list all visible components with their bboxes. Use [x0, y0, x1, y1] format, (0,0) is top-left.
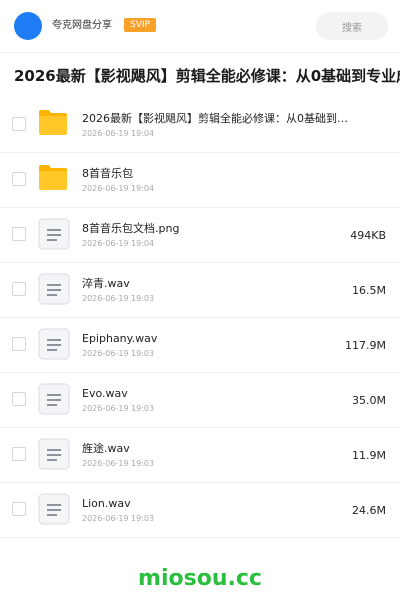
file-date: 2026-06-19 19:04 — [82, 239, 155, 248]
file-name: 8首音乐包文档.png — [82, 222, 180, 235]
file-date: 2026-06-19 19:03 — [82, 459, 155, 468]
svip-badge: SVIP — [124, 18, 156, 32]
file-date: 2026-06-19 19:03 — [82, 349, 155, 358]
row-checkbox[interactable] — [12, 337, 26, 351]
row-checkbox[interactable] — [12, 172, 26, 186]
row-checkbox[interactable] — [12, 447, 26, 461]
file-size: 16.5M — [352, 284, 386, 297]
file-row[interactable]: 8首音乐包 2026-06-19 19:04 — [0, 153, 400, 208]
file-row[interactable]: Evo.wav 2026-06-19 19:03 35.0M — [0, 373, 400, 428]
file-date: 2026-06-19 19:04 — [82, 184, 155, 193]
file-date: 2026-06-19 19:03 — [82, 294, 155, 303]
file-list: 2026最新【影视飓风】剪辑全能必修课：从0基础到… 2026-06-19 19… — [0, 98, 400, 538]
file-name: 8首音乐包 — [82, 167, 133, 180]
file-name: Lion.wav — [82, 497, 131, 510]
document-icon — [38, 273, 70, 305]
document-icon — [38, 438, 70, 470]
folder-icon — [38, 108, 70, 140]
document-icon — [38, 493, 70, 525]
row-checkbox[interactable] — [12, 282, 26, 296]
file-name: 2026最新【影视飓风】剪辑全能必修课：从0基础到… — [82, 112, 348, 125]
file-name: Evo.wav — [82, 387, 128, 400]
file-size: 11.9M — [352, 449, 386, 462]
file-size: 117.9M — [345, 339, 386, 352]
file-row[interactable]: Lion.wav 2026-06-19 19:03 24.6M — [0, 483, 400, 538]
row-checkbox[interactable] — [12, 117, 26, 131]
row-checkbox[interactable] — [12, 392, 26, 406]
file-size: 494KB — [350, 229, 386, 242]
file-date: 2026-06-19 19:04 — [82, 129, 155, 138]
share-title: 夸克网盘分享 — [52, 20, 112, 31]
file-size: 24.6M — [352, 504, 386, 517]
file-row[interactable]: Epiphany.wav 2026-06-19 19:03 117.9M — [0, 318, 400, 373]
file-name: 淬青.wav — [82, 277, 130, 290]
file-row[interactable]: 淬青.wav 2026-06-19 19:03 16.5M — [0, 263, 400, 318]
file-date: 2026-06-19 19:03 — [82, 514, 155, 523]
page-title: 2026最新【影视飓风】剪辑全能必修课：从0基础到专业成 — [14, 67, 400, 85]
search-input[interactable]: 搜索 — [316, 12, 388, 40]
file-row[interactable]: 旌途.wav 2026-06-19 19:03 11.9M — [0, 428, 400, 483]
search-placeholder: 搜索 — [342, 22, 362, 34]
document-icon — [38, 383, 70, 415]
document-icon — [38, 218, 70, 250]
file-row[interactable]: 2026最新【影视飓风】剪辑全能必修课：从0基础到… 2026-06-19 19… — [0, 98, 400, 153]
file-row[interactable]: 8首音乐包文档.png 2026-06-19 19:04 494KB — [0, 208, 400, 263]
header: 夸克网盘分享 SVIP 搜索 — [0, 0, 400, 52]
row-checkbox[interactable] — [12, 502, 26, 516]
folder-title-bar: 2026最新【影视飓风】剪辑全能必修课：从0基础到专业成 — [0, 52, 400, 100]
row-checkbox[interactable] — [12, 227, 26, 241]
document-icon — [38, 328, 70, 360]
folder-icon — [38, 163, 70, 195]
file-name: 旌途.wav — [82, 442, 130, 455]
avatar[interactable] — [14, 12, 42, 40]
site-watermark: miosou.cc — [138, 566, 262, 591]
file-name: Epiphany.wav — [82, 332, 158, 345]
file-date: 2026-06-19 19:03 — [82, 404, 155, 413]
file-size: 35.0M — [352, 394, 386, 407]
